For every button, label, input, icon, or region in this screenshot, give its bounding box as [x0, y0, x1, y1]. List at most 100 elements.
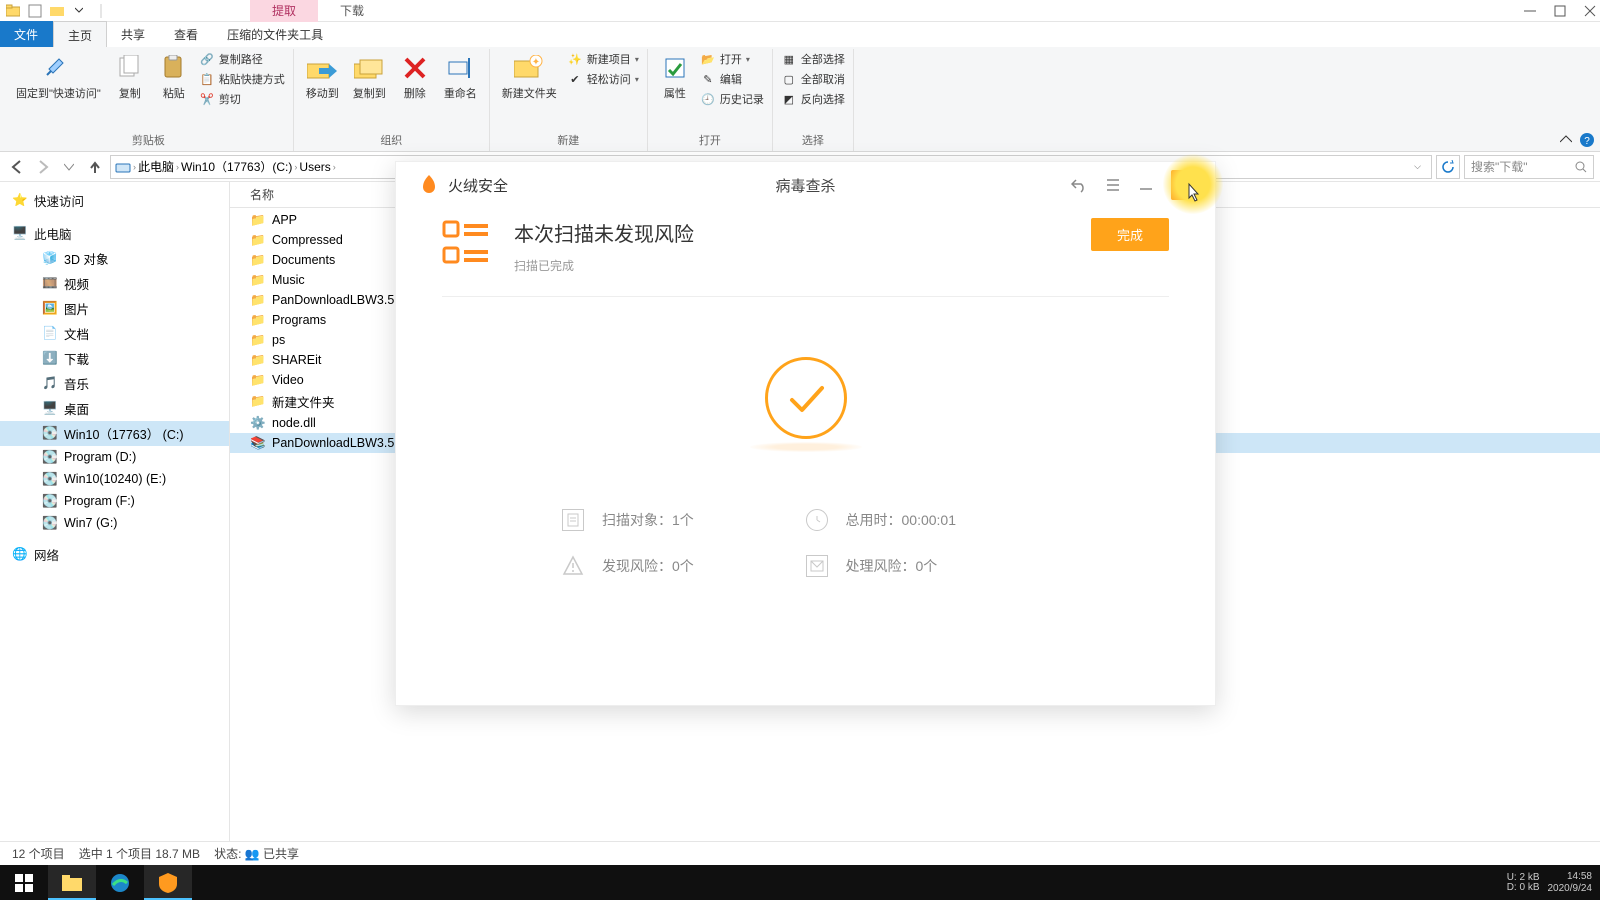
tree-item[interactable]: 💽Program (D:) — [0, 446, 229, 468]
tree-item-selected[interactable]: 💽Win10（17763） (C:) — [0, 421, 229, 446]
paste-button[interactable]: 粘贴 — [155, 51, 193, 103]
archive-icon: 📚 — [250, 435, 266, 451]
move-to-button[interactable]: 移动到 — [302, 51, 343, 103]
ribbon-group-label: 组织 — [380, 132, 402, 151]
breadcrumb[interactable]: Win10（17763）(C:)› — [181, 158, 297, 175]
net-upload: U: 2 kB — [1507, 873, 1540, 883]
dropdown-icon[interactable] — [70, 2, 88, 20]
breadcrumb[interactable]: Users› — [299, 160, 335, 174]
edit-button[interactable]: ✎编辑 — [700, 71, 764, 87]
nav-back-button[interactable] — [6, 156, 28, 178]
drive-icon — [115, 159, 131, 175]
selectall-icon: ▦ — [781, 51, 797, 67]
breadcrumb[interactable]: 此电脑› — [138, 158, 179, 175]
close-icon[interactable] — [1584, 5, 1596, 17]
tray-clock[interactable]: 14:58 2020/9/24 — [1548, 871, 1593, 895]
drive-icon: 💽 — [42, 449, 58, 465]
tree-this-pc[interactable]: 🖥️此电脑 — [0, 221, 229, 246]
start-button[interactable] — [0, 865, 48, 900]
select-none-button[interactable]: ▢全部取消 — [781, 71, 845, 87]
selectnone-icon: ▢ — [781, 71, 797, 87]
tree-network[interactable]: 🌐网络 — [0, 542, 229, 567]
list-icon[interactable] — [1105, 177, 1121, 193]
delete-button[interactable]: 删除 — [396, 51, 434, 103]
nav-forward-button[interactable] — [32, 156, 54, 178]
folder-small-icon[interactable] — [48, 2, 66, 20]
tree-quick-access[interactable]: ⭐快速访问 — [0, 188, 229, 213]
cut-button[interactable]: ✂️剪切 — [199, 91, 285, 107]
ribbon-group-label: 打开 — [699, 132, 721, 151]
modal-title: 病毒查杀 — [775, 175, 835, 196]
scan-list-icon — [442, 218, 492, 268]
tab-file[interactable]: 文件 — [0, 21, 53, 48]
modal-headline: 本次扫描未发现风险 — [514, 218, 694, 247]
context-tab-download[interactable]: 下载 — [318, 0, 386, 22]
nav-up-button[interactable] — [84, 156, 106, 178]
window-controls — [1524, 0, 1596, 22]
folder-icon[interactable] — [4, 2, 22, 20]
taskbar-huorong[interactable] — [144, 865, 192, 900]
context-tab-extract[interactable]: 提取 — [250, 0, 318, 22]
new-item-button[interactable]: ✨新建项目▾ — [567, 51, 639, 67]
music-icon: 🎵 — [42, 376, 58, 392]
easy-access-button[interactable]: ✔轻松访问▾ — [567, 71, 639, 87]
tree-item[interactable]: 💽Win10(10240) (E:) — [0, 468, 229, 490]
tree-item[interactable]: 🎵音乐 — [0, 371, 229, 396]
refresh-button[interactable] — [1436, 155, 1460, 179]
tree-item[interactable]: 🎞️视频 — [0, 271, 229, 296]
status-item-count: 12 个项目 — [12, 845, 65, 862]
star-icon: ⭐ — [12, 193, 28, 209]
folder-icon: 📁 — [250, 394, 266, 410]
properties-button[interactable]: 属性 — [656, 51, 694, 103]
rename-button[interactable]: 重命名 — [440, 51, 481, 103]
select-all-button[interactable]: ▦全部选择 — [781, 51, 845, 67]
copy-button[interactable]: 复制 — [111, 51, 149, 103]
tree-item[interactable]: 🖼️图片 — [0, 296, 229, 321]
tree-item[interactable]: 💽Win7 (G:) — [0, 512, 229, 534]
tab-view[interactable]: 查看 — [160, 21, 213, 48]
tab-home[interactable]: 主页 — [53, 21, 107, 49]
undo-icon[interactable] — [1071, 177, 1087, 193]
search-icon — [1575, 161, 1587, 173]
select-invert-button[interactable]: ◩反向选择 — [781, 91, 845, 107]
stat-scan-count: 扫描对象：1个 — [562, 509, 806, 531]
tab-archive-tools[interactable]: 压缩的文件夹工具 — [213, 21, 338, 48]
stat-risks-found: 发现风险：0个 — [562, 555, 806, 577]
pc-icon: 🖥️ — [12, 226, 28, 242]
newfolder-icon: ✦ — [514, 53, 544, 83]
open-button[interactable]: 📂打开▾ — [700, 51, 764, 67]
pin-quick-access-button[interactable]: 固定到"快速访问" — [12, 51, 105, 103]
new-folder-button[interactable]: ✦新建文件夹 — [498, 51, 561, 103]
checkbox-icon[interactable] — [26, 2, 44, 20]
address-dropdown[interactable]: ⌵ — [1408, 161, 1427, 172]
ribbon-group-label: 剪贴板 — [132, 132, 165, 151]
ribbon: 固定到"快速访问" 复制 粘贴 🔗复制路径 📋粘贴快捷方式 ✂️剪切 剪贴板 移… — [0, 47, 1600, 152]
help-icon[interactable]: ? — [1580, 133, 1594, 147]
ribbon-collapse-icon[interactable] — [1560, 134, 1572, 146]
tree-item[interactable]: 💽Program (F:) — [0, 490, 229, 512]
history-button[interactable]: 🕘历史记录 — [700, 91, 764, 107]
tree-item[interactable]: 🖥️桌面 — [0, 396, 229, 421]
tree-item[interactable]: 📄文档 — [0, 321, 229, 346]
maximize-icon[interactable] — [1554, 5, 1566, 17]
done-button[interactable]: 完成 — [1091, 218, 1169, 251]
envelope-icon — [806, 555, 828, 577]
paste-shortcut-button[interactable]: 📋粘贴快捷方式 — [199, 71, 285, 87]
nav-recent-button[interactable] — [58, 156, 80, 178]
close-button[interactable] — [1171, 170, 1201, 200]
tab-share[interactable]: 共享 — [107, 21, 160, 48]
taskbar-edge[interactable] — [96, 865, 144, 900]
search-input[interactable]: 搜索"下载" — [1464, 155, 1594, 179]
tree-item[interactable]: 🧊3D 对象 — [0, 246, 229, 271]
scissors-icon: ✂️ — [199, 91, 215, 107]
divider-icon — [92, 2, 110, 20]
copy-path-button[interactable]: 🔗复制路径 — [199, 51, 285, 67]
minimize-icon[interactable] — [1524, 5, 1536, 17]
svg-text:?: ? — [1584, 136, 1590, 147]
minimize-icon[interactable] — [1139, 178, 1153, 192]
ribbon-group-clipboard: 固定到"快速访问" 复制 粘贴 🔗复制路径 📋粘贴快捷方式 ✂️剪切 剪贴板 — [4, 49, 294, 151]
tree-item[interactable]: ⬇️下载 — [0, 346, 229, 371]
taskbar-explorer[interactable] — [48, 865, 96, 900]
copy-to-button[interactable]: 复制到 — [349, 51, 390, 103]
edit-icon: ✎ — [700, 71, 716, 87]
